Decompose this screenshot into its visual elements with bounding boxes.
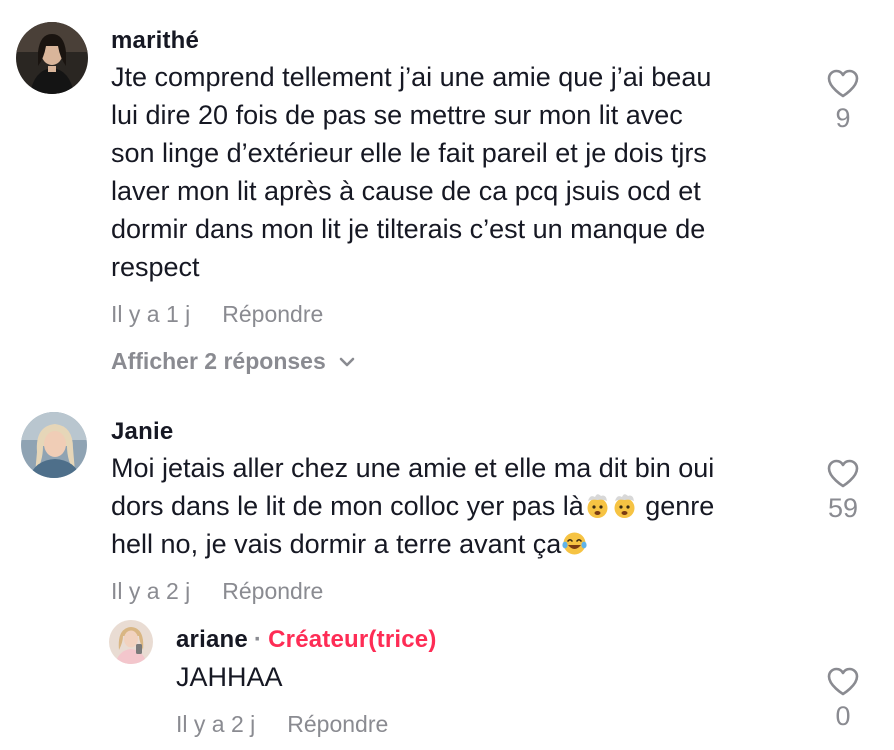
comment-text-line: hell no, je vais dormir a terre avant ça [111,525,811,563]
like-count: 0 [835,701,851,731]
comment-text-line: lui dire 20 fois de pas se mettre sur mo… [111,100,683,130]
avatar-ariane[interactable] [109,620,153,664]
comment-text-line: dors dans le lit de mon colloc yer pas l… [111,487,811,525]
comment-timestamp: Il y a 1 j [111,301,191,327]
reply-button[interactable]: Répondre [287,711,388,738]
comment-text-line: respect [111,252,200,282]
comment-username[interactable]: marithé [111,27,199,55]
tears-of-joy-emoji [562,532,587,555]
like-count: 59 [827,493,859,523]
comment-text-segment: dors dans le lit de mon colloc yer pas l… [111,491,584,521]
reply-text: JAHHAA [176,662,283,692]
comment-text-segment: hell no, je vais dormir a terre avant ça [111,529,562,559]
comment-text-line: laver mon lit après à cause de ca pcq js… [111,176,701,206]
reply-button[interactable]: Répondre [222,301,323,328]
view-replies-label: Afficher 2 réponses [111,348,326,374]
reply-timestamp: Il y a 2 j [176,711,256,737]
exploding-head-emoji [614,494,635,518]
comment-text: Moi jetais aller chez une amie et elle m… [111,449,811,563]
like-count: 9 [835,103,851,133]
chevron-down-icon [339,357,355,366]
reply-button[interactable]: Répondre [222,578,323,605]
creator-badge: Créateur(trice) [268,626,437,653]
exploding-head-emoji [587,494,608,518]
comment-text-segment: genre [637,491,715,521]
like-button[interactable]: 0 [813,666,873,732]
like-button[interactable]: 59 [813,458,873,524]
separator-dot: · [253,626,263,653]
comment-text-line: son linge d’extérieur elle le fait parei… [111,138,707,168]
comment-timestamp: Il y a 2 j [111,578,191,604]
view-replies-button[interactable]: Afficher 2 réponses [111,348,356,375]
comment-text-line: dormir dans mon lit je tilterais c’est u… [111,214,706,244]
heart-outline-icon [827,459,859,488]
comment-meta: Il y a 1 j Répondre [111,301,323,328]
comment-text-line: Moi jetais aller chez une amie et elle m… [111,453,715,483]
comment-text: Jte comprend tellement j’ai une amie que… [111,58,811,286]
reply-username[interactable]: ariane [176,626,248,653]
comment-meta: Il y a 2 j Répondre [111,578,323,605]
comment-text-line: Jte comprend tellement j’ai une amie que… [111,62,712,92]
comment-username[interactable]: Janie [111,418,173,446]
like-button[interactable]: 9 [813,68,873,134]
heart-outline-icon [827,69,859,98]
reply-header: ariane · Créateur(trice) [176,626,437,654]
heart-outline-icon [827,667,859,696]
reply-meta: Il y a 2 j Répondre [176,711,388,738]
avatar-janie[interactable] [21,412,87,478]
avatar-marithe[interactable] [16,22,88,94]
